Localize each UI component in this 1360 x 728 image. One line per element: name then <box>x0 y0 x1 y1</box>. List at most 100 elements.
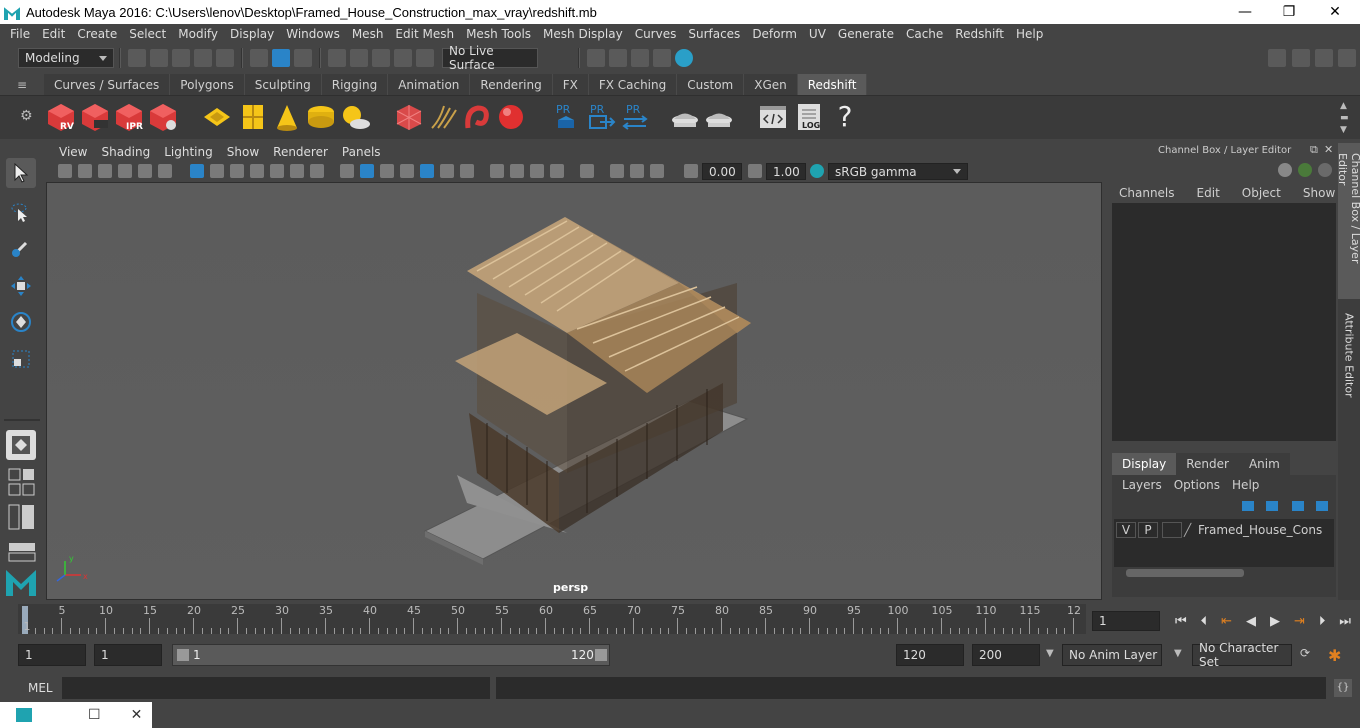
menu-mesh-tools[interactable]: Mesh Tools <box>460 27 537 41</box>
maya-home-icon[interactable] <box>4 564 38 598</box>
menu-windows[interactable]: Windows <box>280 27 346 41</box>
camera-attributes-icon[interactable] <box>78 164 92 178</box>
new-layer-selected-icon[interactable] <box>1266 501 1278 511</box>
render-settings-icon[interactable] <box>653 49 671 67</box>
gamma-icon[interactable] <box>748 164 762 178</box>
snap-surface-icon[interactable] <box>416 49 434 67</box>
layer-name[interactable]: Framed_House_Construc <box>1198 523 1322 537</box>
minimize-button[interactable]: — <box>1222 0 1268 24</box>
shadows-icon[interactable] <box>460 164 474 178</box>
move-layer-down-icon[interactable] <box>1316 501 1328 511</box>
redshift-script-icon[interactable] <box>758 102 788 132</box>
channel-box-list[interactable] <box>1112 203 1336 441</box>
menu-edit-mesh[interactable]: Edit Mesh <box>389 27 460 41</box>
use-all-lights-icon[interactable] <box>440 164 454 178</box>
close-window-icon[interactable]: ✕ <box>131 707 143 723</box>
pr-proxy-import-icon[interactable]: PR <box>586 102 616 132</box>
redshift-volume-icon[interactable] <box>306 102 336 132</box>
image-plane-icon[interactable] <box>118 164 132 178</box>
toggle-panels-icon[interactable] <box>1292 49 1310 67</box>
depth-of-field-icon[interactable] <box>550 164 564 178</box>
panel-menu-lighting[interactable]: Lighting <box>157 145 220 159</box>
redshift-render-view-icon[interactable]: RV <box>46 102 76 132</box>
maximize-button[interactable]: ❐ <box>1266 0 1312 24</box>
redshift-sphere-icon[interactable] <box>496 102 526 132</box>
redshift-shader-icon[interactable] <box>462 102 492 132</box>
film-gate-icon[interactable] <box>210 164 224 178</box>
select-component-icon[interactable] <box>294 49 312 67</box>
mode-dropdown[interactable]: Modeling <box>18 48 114 68</box>
grease-pencil-icon[interactable] <box>158 164 172 178</box>
toggle-channel-box-icon[interactable] <box>1315 49 1333 67</box>
step-back-frame-icon[interactable]: ⏴ <box>1201 614 1208 629</box>
channel-box-key-icon[interactable] <box>1298 163 1312 177</box>
playback-end-field[interactable]: 120 <box>896 644 964 666</box>
textured-icon[interactable] <box>420 164 434 178</box>
menu-uv[interactable]: UV <box>803 27 832 41</box>
grid-icon[interactable] <box>190 164 204 178</box>
range-end-handle[interactable] <box>595 649 607 661</box>
tab-xgen[interactable]: XGen <box>744 74 798 95</box>
script-editor-icon[interactable]: {} <box>1334 679 1352 697</box>
safe-title-icon[interactable] <box>310 164 324 178</box>
redshift-bake-icon[interactable] <box>670 102 700 132</box>
save-scene-icon[interactable] <box>172 49 190 67</box>
tab-anim[interactable]: Anim <box>1238 453 1290 475</box>
tab-sculpting[interactable]: Sculpting <box>244 74 322 95</box>
bookmark-icon[interactable] <box>98 164 112 178</box>
float-panel-icon[interactable]: ⧉ <box>1310 143 1318 157</box>
panel-menu-panels[interactable]: Panels <box>335 145 388 159</box>
menu-edit[interactable]: Edit <box>36 27 71 41</box>
character-set-dropdown[interactable]: No Character Set <box>1192 641 1292 669</box>
panel-menu-shading[interactable]: Shading <box>94 145 157 159</box>
menu-curves[interactable]: Curves <box>629 27 683 41</box>
render-icon[interactable] <box>609 49 627 67</box>
redshift-hair-icon[interactable] <box>428 102 458 132</box>
move-tool-icon[interactable] <box>6 271 36 301</box>
tab-rigging[interactable]: Rigging <box>321 74 389 95</box>
pr-proxy-swap-icon[interactable]: PR <box>620 102 650 132</box>
menu-surfaces[interactable]: Surfaces <box>682 27 746 41</box>
colorspace-dropdown[interactable]: sRGB gamma <box>828 163 968 180</box>
2d-pan-zoom-icon[interactable] <box>138 164 152 178</box>
start-time-field[interactable]: 1 <box>18 644 86 666</box>
go-to-end-icon[interactable]: ⏭ <box>1339 614 1351 629</box>
redo-icon[interactable] <box>216 49 234 67</box>
go-to-start-icon[interactable]: ⏮ <box>1175 614 1187 629</box>
tab-curves-surfaces[interactable]: Curves / Surfaces <box>44 74 171 95</box>
redshift-material-cube-icon[interactable] <box>394 102 424 132</box>
toggle-attribute-editor-icon[interactable] <box>1338 49 1356 67</box>
pr-proxy-export-icon[interactable]: PR <box>552 102 582 132</box>
safe-action-icon[interactable] <box>290 164 304 178</box>
menu-display[interactable]: Display <box>224 27 280 41</box>
single-perspective-layout-icon[interactable] <box>6 430 36 460</box>
tab-rendering[interactable]: Rendering <box>470 74 553 95</box>
screen-space-ao-icon[interactable] <box>490 164 504 178</box>
camera-select-icon[interactable] <box>58 164 72 178</box>
options-menu[interactable]: Options <box>1168 478 1226 492</box>
tab-attribute-editor[interactable]: Attribute Editor <box>1338 303 1360 403</box>
motion-blur-icon[interactable] <box>510 164 524 178</box>
tab-fx[interactable]: FX <box>552 74 589 95</box>
end-time-field[interactable]: 200 <box>972 644 1040 666</box>
preferences-running-icon[interactable]: ✱ <box>1328 646 1350 665</box>
channels-menu[interactable]: Channels <box>1108 186 1186 200</box>
redshift-render-sequence-icon[interactable] <box>80 102 110 132</box>
redshift-sprite-icon[interactable] <box>272 102 302 132</box>
play-forward-icon[interactable]: ▶ <box>1270 614 1280 629</box>
x-ray-active-icon[interactable] <box>630 164 644 178</box>
default-material-icon[interactable] <box>380 164 394 178</box>
help-menu[interactable]: Help <box>1226 478 1265 492</box>
redshift-proxy-icon[interactable] <box>202 102 232 132</box>
redshift-log-icon[interactable]: LOG <box>794 102 824 132</box>
edit-menu[interactable]: Edit <box>1186 186 1231 200</box>
minimized-window[interactable]: ☐ ✕ <box>0 702 152 728</box>
command-input[interactable] <box>62 677 490 699</box>
menu-mesh-display[interactable]: Mesh Display <box>537 27 629 41</box>
current-frame-field[interactable]: 1 <box>1092 611 1160 631</box>
gear-icon[interactable]: ⚙ <box>20 108 33 124</box>
menu-redshift[interactable]: Redshift <box>949 27 1010 41</box>
object-menu[interactable]: Object <box>1231 186 1292 200</box>
tab-render[interactable]: Render <box>1176 453 1239 475</box>
exposure-field[interactable]: 0.00 <box>702 163 742 180</box>
